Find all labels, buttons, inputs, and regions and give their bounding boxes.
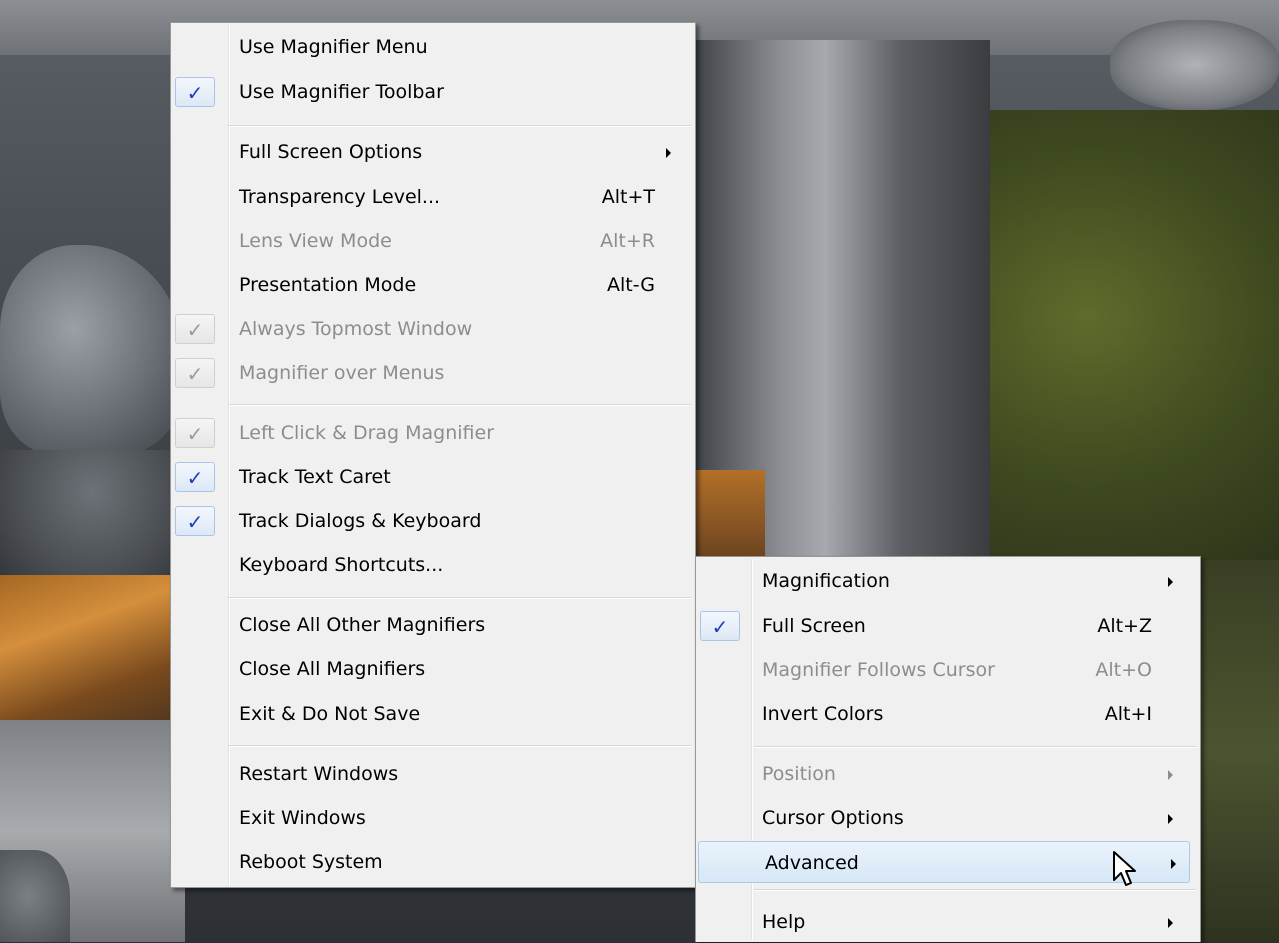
menu-item-label: Use Magnifier Menu [239,36,428,58]
menu-separator [229,125,691,127]
menu-item-reboot-system[interactable]: Reboot System [171,841,695,883]
menu-item-shortcut: Alt+I [1104,703,1152,725]
menu-item-exit-windows[interactable]: Exit Windows [171,797,695,839]
magnifier-context-menu: Use Magnifier Menu ✓ Use Magnifier Toolbar… [170,22,696,888]
background-orange-reflection-mid [690,470,765,560]
menu-item-shortcut: Alt-G [606,274,655,296]
checkmark-icon: ✓ [175,358,215,388]
menu-item-transparency-level[interactable]: Transparency Level... Alt+T [171,176,695,218]
menu-item-left-click-and-drag-magnifier: ✓ Left Click & Drag Magnifier [171,412,695,454]
menu-item-shortcut: Alt+T [601,186,655,208]
mouse-pointer-icon [1113,851,1136,886]
checkmark-icon: ✓ [175,462,215,492]
menu-item-shortcut: Alt+R [600,230,655,252]
menu-item-label: Advanced [765,852,859,874]
menu-item-label: Position [762,763,836,785]
menu-item-close-all-magnifiers[interactable]: Close All Magnifiers [171,648,695,690]
chevron-right-icon [1168,814,1173,824]
menu-item-restart-windows[interactable]: Restart Windows [171,753,695,795]
background-rock-bottom-left [0,850,70,942]
background-water-dark [0,450,185,590]
menu-item-label: Full Screen Options [239,141,423,163]
menu-item-label: Close All Other Magnifiers [239,614,486,636]
menu-item-label: Close All Magnifiers [239,658,426,680]
menu-item-track-text-caret[interactable]: ✓ Track Text Caret [171,456,695,498]
menu-item-magnifier-over-menus: ✓ Magnifier over Menus [171,352,695,394]
menu-item-shortcut: Alt+Z [1097,615,1152,637]
background-orange-reflection [0,575,185,725]
menu-item-magnification[interactable]: Magnification [696,560,1192,602]
menu-item-cursor-options[interactable]: Cursor Options [696,797,1192,839]
menu-item-presentation-mode[interactable]: Presentation Mode Alt-G [171,264,695,306]
menu-item-always-topmost-window: ✓ Always Topmost Window [171,308,695,350]
chevron-right-icon [1168,918,1173,928]
menu-item-keyboard-shortcuts[interactable]: Keyboard Shortcuts... [171,544,695,586]
chevron-right-icon [666,148,671,158]
background-rock-top-right [1110,20,1279,110]
menu-separator [754,746,1196,748]
menu-item-help[interactable]: Help [696,901,1192,943]
menu-item-full-screen-options[interactable]: Full Screen Options [171,131,695,173]
menu-item-exit-and-do-not-save[interactable]: Exit & Do Not Save [171,693,695,735]
menu-item-label: Always Topmost Window [239,318,473,340]
menu-item-shortcut: Alt+O [1095,659,1152,681]
menu-item-invert-colors[interactable]: Invert Colors Alt+I [696,693,1192,735]
menu-item-label: Use Magnifier Toolbar [239,81,444,103]
menu-separator [229,597,691,599]
checkmark-icon: ✓ [175,314,215,344]
checkmark-icon: ✓ [175,506,215,536]
menu-item-label: Reboot System [239,851,383,873]
menu-item-label: Track Text Caret [239,466,391,488]
chevron-right-icon [1168,577,1173,587]
chevron-right-icon [1168,770,1173,780]
menu-item-label: Restart Windows [239,763,399,785]
menu-item-label: Track Dialogs & Keyboard [239,510,482,532]
menu-item-position: Position [696,753,1192,795]
checkmark-icon: ✓ [175,418,215,448]
menu-item-label: Full Screen [762,615,866,637]
menu-item-label: Transparency Level... [239,186,441,208]
menu-item-label: Presentation Mode [239,274,417,296]
menu-item-label: Keyboard Shortcuts... [239,554,444,576]
menu-separator [229,404,691,406]
menu-item-label: Cursor Options [762,807,904,829]
menu-item-full-screen[interactable]: ✓ Full Screen Alt+Z [696,605,1192,647]
menu-item-use-magnifier-toolbar[interactable]: ✓ Use Magnifier Toolbar [171,71,695,113]
menu-item-track-dialogs-and-keyboard[interactable]: ✓ Track Dialogs & Keyboard [171,500,695,542]
menu-item-magnifier-follows-cursor: Magnifier Follows Cursor Alt+O [696,649,1192,691]
menu-item-label: Invert Colors [762,703,884,725]
checkmark-icon: ✓ [175,77,215,107]
menu-item-label: Lens View Mode [239,230,392,252]
menu-item-lens-view-mode: Lens View Mode Alt+R [171,220,695,262]
menu-separator [229,745,691,747]
background-grass-lower [1190,560,1279,942]
menu-item-label: Exit & Do Not Save [239,703,421,725]
menu-item-label: Magnifier Follows Cursor [762,659,995,681]
menu-item-label: Magnifier over Menus [239,362,445,384]
menu-item-close-all-other-magnifiers[interactable]: Close All Other Magnifiers [171,604,695,646]
menu-item-use-magnifier-menu[interactable]: Use Magnifier Menu [171,26,695,68]
menu-item-label: Magnification [762,570,890,592]
checkmark-icon: ✓ [700,611,740,641]
menu-item-label: Left Click & Drag Magnifier [239,422,495,444]
chevron-right-icon [1171,859,1176,869]
menu-item-label: Help [762,911,806,933]
menu-item-label: Exit Windows [239,807,366,829]
